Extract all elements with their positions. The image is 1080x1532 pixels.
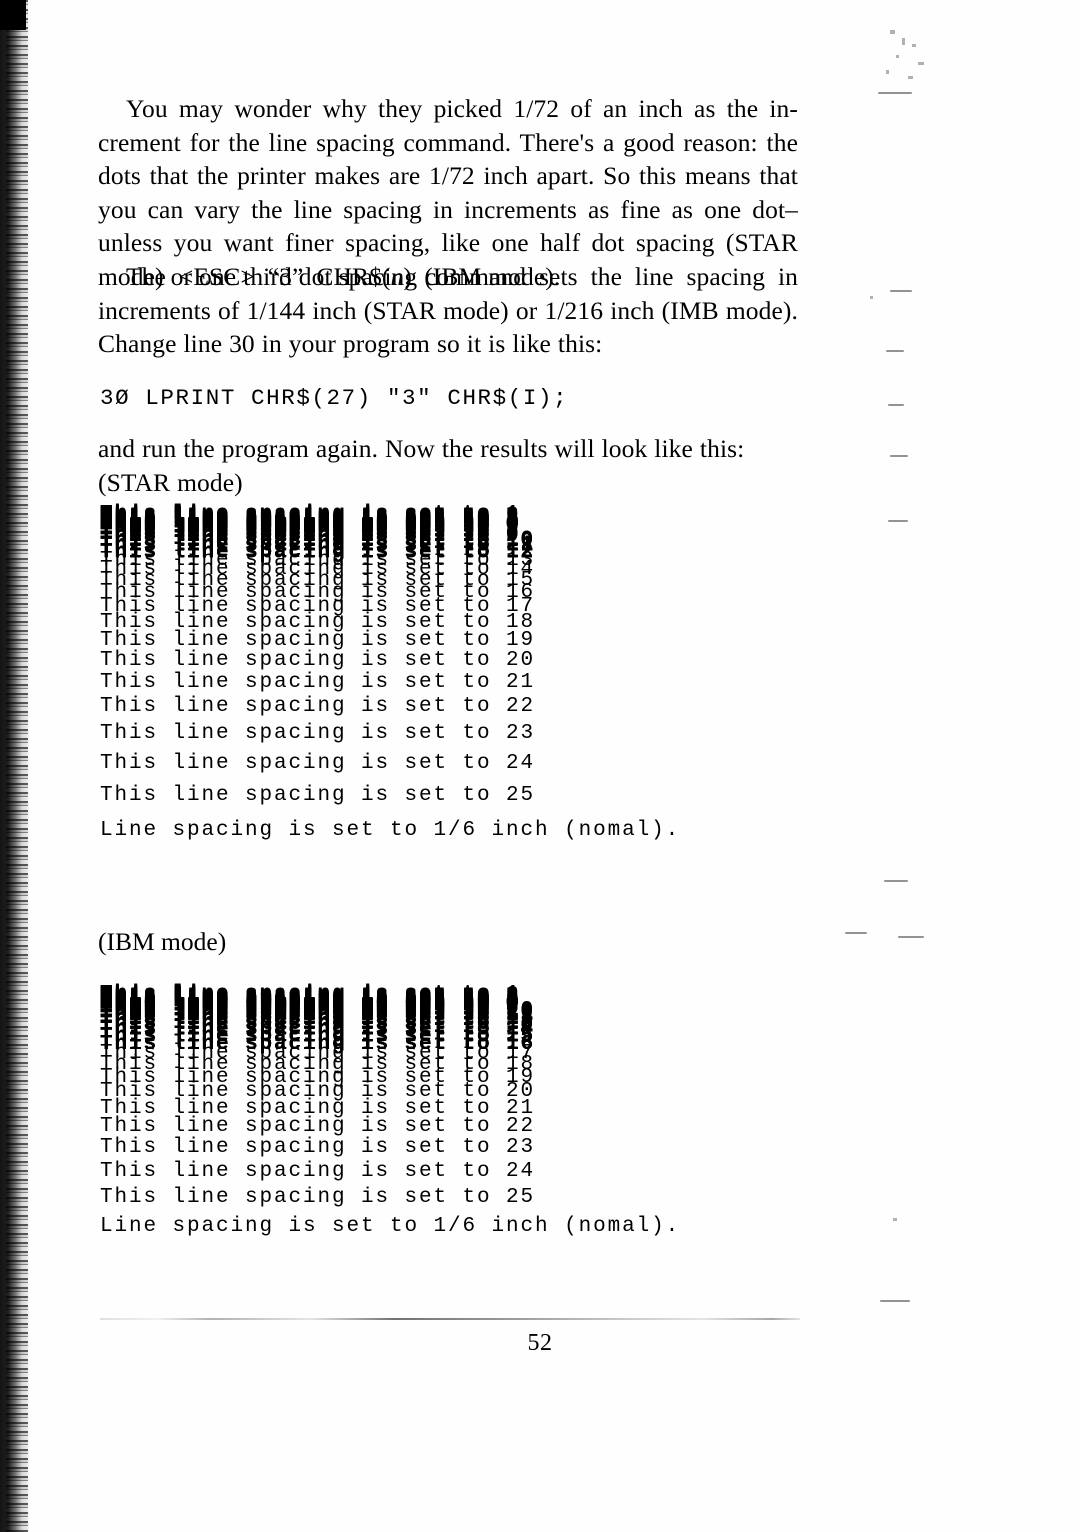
scan-speck — [912, 44, 916, 47]
p2-pre-n: The <ESC> “3” CHR$( — [126, 262, 391, 291]
paragraph-run-again: and run the program again. Now the resul… — [98, 432, 798, 499]
p2-post-n: ) command sets the line spacing in — [403, 262, 798, 291]
scan-margin-mark — [890, 455, 908, 457]
paragraph-esc-3-command: The <ESC> “3” CHR$(n) command sets the l… — [98, 260, 798, 361]
printout-line: This line spacing is set to 23 — [100, 1136, 536, 1160]
scan-margin-mark — [878, 92, 912, 94]
scan-speck — [890, 30, 895, 34]
scan-margin-mark — [845, 932, 867, 934]
scan-speck — [886, 70, 889, 74]
basic-code-line: 3Ø LPRINT CHR$(27) "3" CHR$(I); — [100, 385, 569, 411]
printout-line: Line spacing is set to 1/6 inch (nomal). — [100, 818, 681, 842]
scanned-page: You may wonder why they picked 1/72 of a… — [0, 0, 1080, 1532]
paragraph-2: The <ESC> “3” CHR$(n) command sets the l… — [98, 260, 798, 361]
scan-speck — [902, 38, 905, 45]
p3-line-1: and run the program again. Now the resul… — [98, 434, 745, 463]
scan-speck — [896, 55, 899, 58]
p1-line-2: crement for the line spacing command. Th… — [98, 127, 758, 157]
scan-margin-mark — [880, 1300, 910, 1302]
printout-line: This line spacing is set to 24 — [100, 751, 536, 775]
printout-line: This line spacing is set to 21 — [100, 670, 536, 694]
scan-margin-mark — [890, 290, 912, 292]
p2-line-2: increments of 1/144 inch (STAR mode) or … — [98, 295, 798, 325]
scan-margin-mark — [888, 404, 904, 406]
printout-line: This line spacing is set to 25 — [100, 783, 536, 807]
scan-speck — [870, 296, 873, 299]
scan-margin-mark — [884, 880, 908, 882]
gutter-scan-noise — [6, 0, 28, 1532]
page-number: 52 — [527, 1330, 553, 1356]
scan-speck — [918, 62, 924, 65]
scan-speck — [893, 1218, 897, 1221]
p2-line-3: Change line 30 in your program so it is … — [98, 329, 603, 358]
label-ibm-mode: (IBM mode) — [98, 927, 227, 956]
printout-line: This line spacing is set to 23 — [100, 722, 536, 746]
printout-star-mode: This line spacing is set to 1 This line s… — [100, 505, 780, 860]
printout-line: This line spacing is set to 25 — [100, 1185, 536, 1209]
printout-ibm-mode: This line spacing is set to 1 This line s… — [100, 985, 780, 1250]
scan-speck — [908, 76, 913, 79]
footer-rule — [100, 1318, 800, 1320]
scan-margin-mark — [888, 520, 908, 522]
scan-margin-mark — [898, 936, 924, 938]
printout-line: Line spacing is set to 1/6 inch (nomal). — [100, 1214, 681, 1238]
scan-edge-blob — [0, 0, 26, 30]
p2-italic-n: n — [390, 262, 404, 291]
label-star-mode: (STAR mode) — [98, 467, 243, 497]
printout-line: This line spacing is set to 20 — [100, 648, 536, 672]
printout-line: This line spacing is set to 22 — [100, 1115, 536, 1139]
printout-line: This line spacing is set to 24 — [100, 1159, 536, 1183]
scan-margin-mark — [886, 350, 904, 352]
printout-line: This line spacing is set to 22 — [100, 695, 536, 719]
p1-line-1: You may wonder why they picked 1/72 of a… — [126, 94, 798, 123]
